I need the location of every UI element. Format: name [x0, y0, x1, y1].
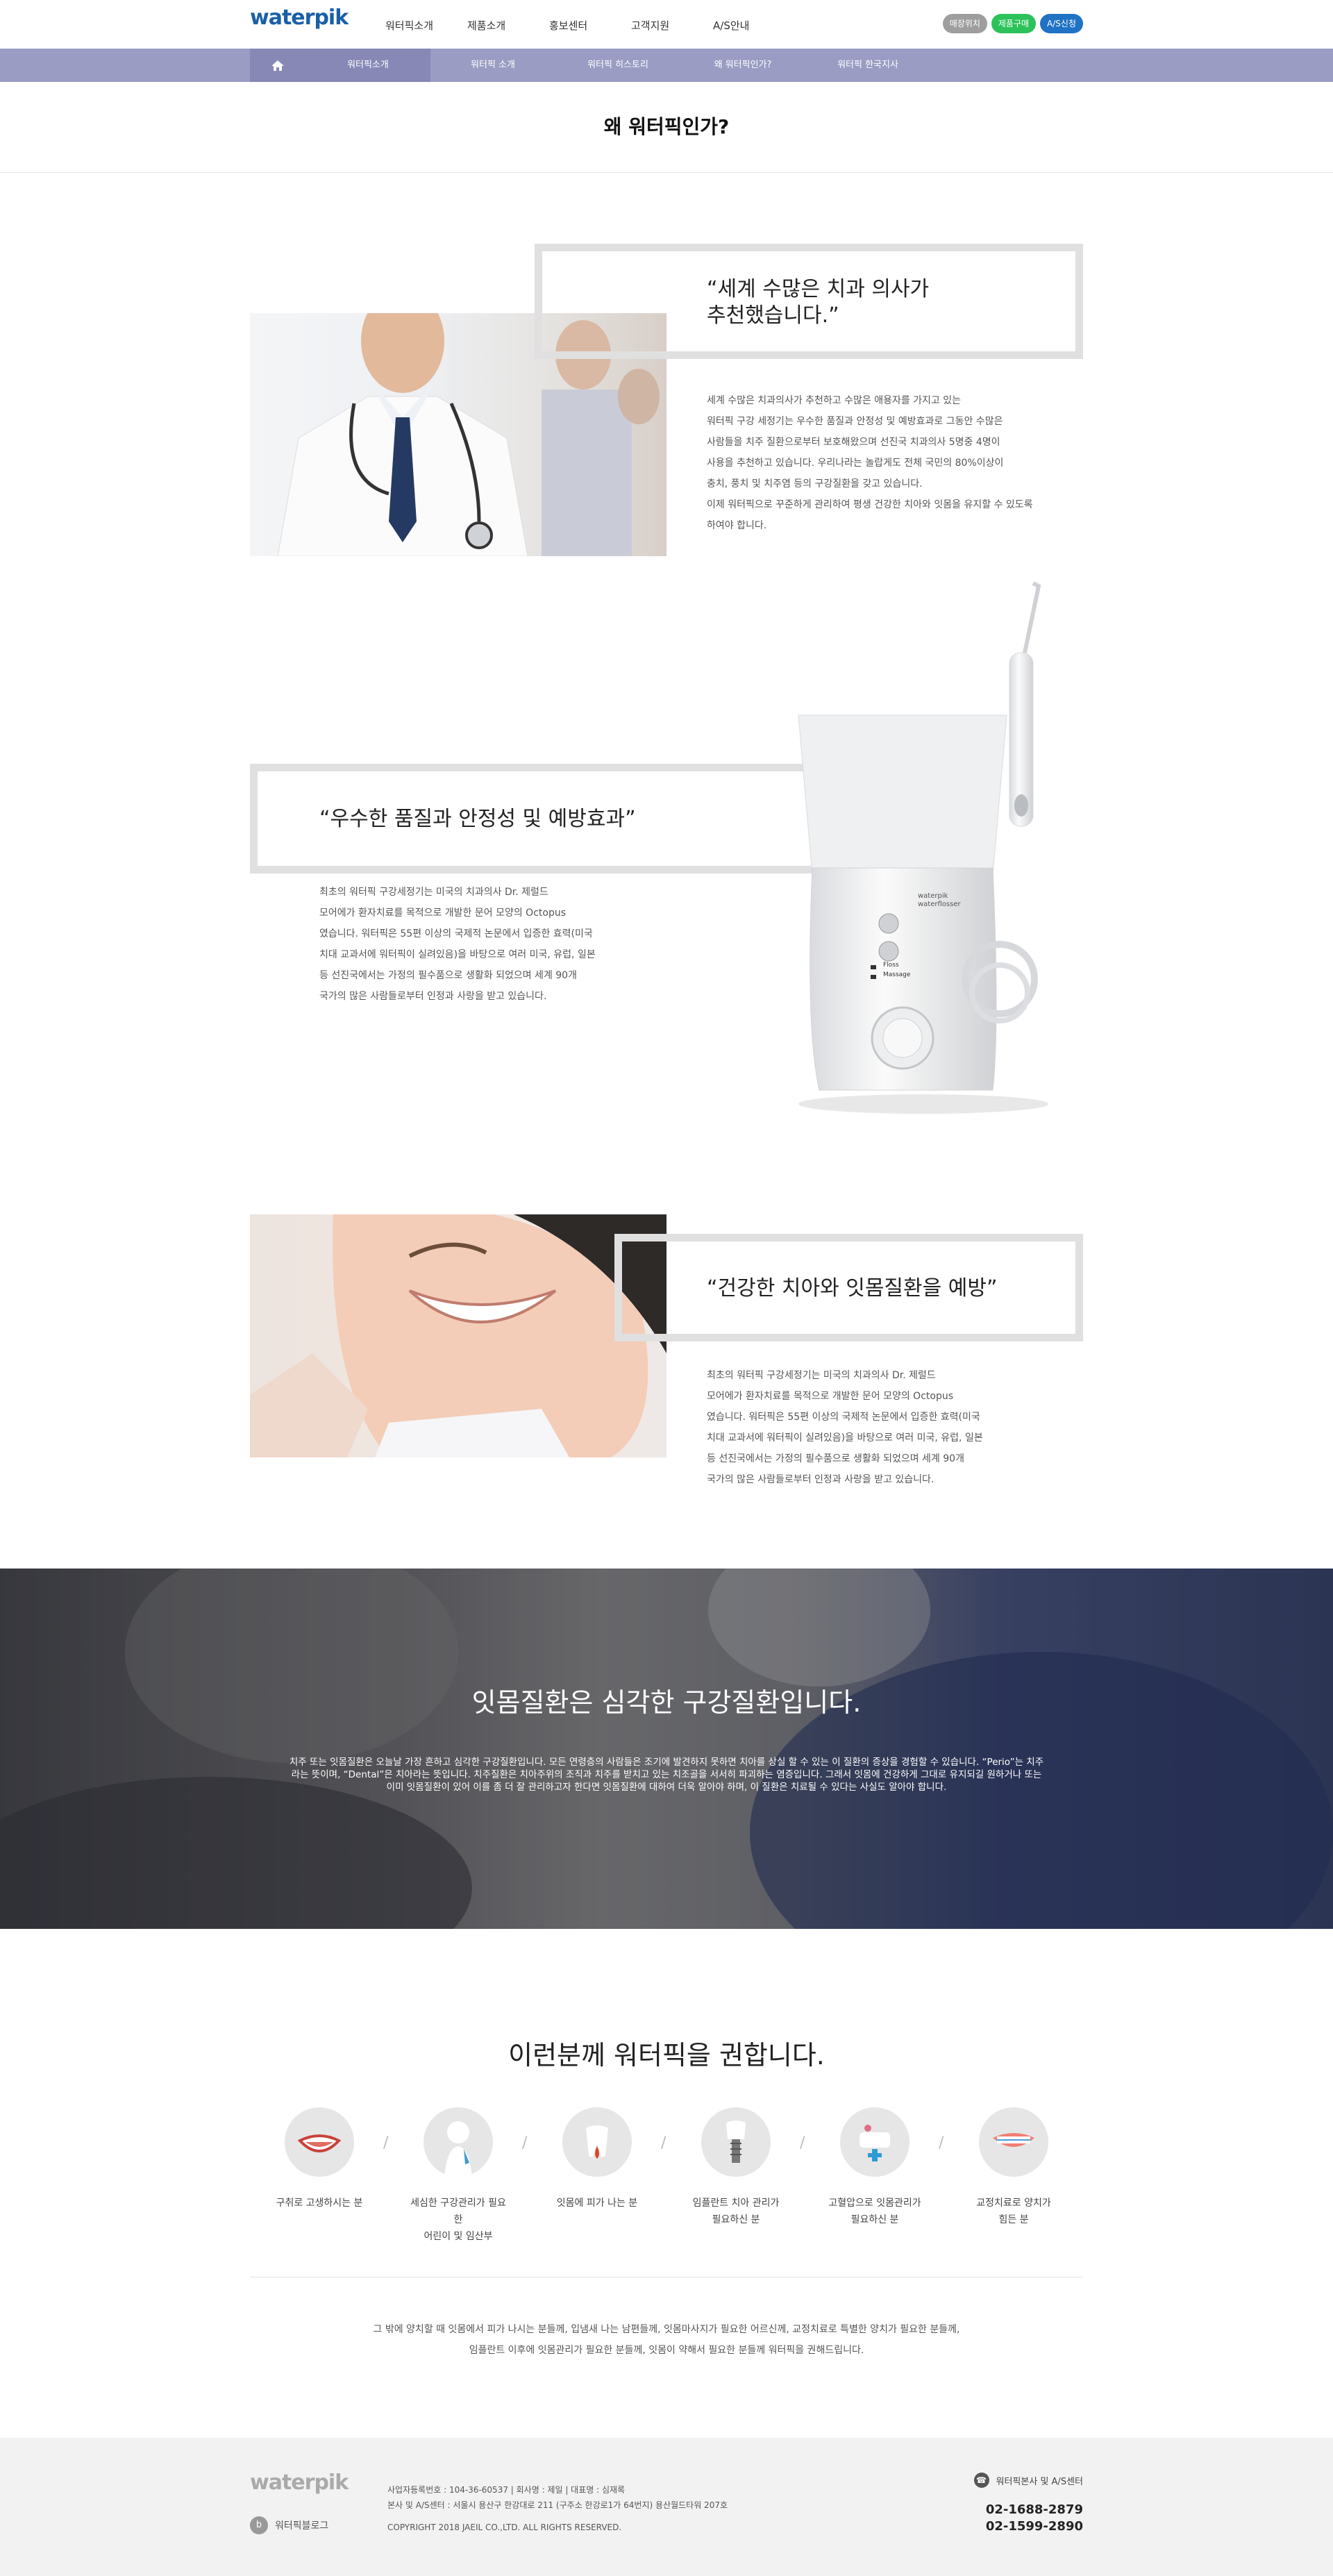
- main-nav: 워터픽소개 제품소개 홍보센터 고객지원 A/S안내: [385, 18, 795, 33]
- site-header: waterpik 워터픽소개 제품소개 홍보센터 고객지원 A/S안내 매장위치…: [0, 0, 1333, 49]
- as-request-button[interactable]: A/S신청: [1040, 14, 1083, 33]
- section2-text: 최초의 워터픽 구강세정기는 미국의 치과의사 Dr. 제럴드 모어에가 환자치…: [319, 887, 596, 1002]
- section1-text: 세계 수많은 치과의사가 추천하고 수많은 애용자를 가지고 있는 워터픽 구강…: [707, 395, 1033, 531]
- subnav-item-why[interactable]: 왜 워터픽인가?: [680, 49, 805, 82]
- cs-title: 워터픽본사 및 A/S센터: [996, 2476, 1083, 2487]
- recommend-label: 고혈압으로 잇몸관리가 필요하신 분: [828, 2198, 921, 2225]
- product-massage-label: Massage: [883, 971, 911, 978]
- recommend-label: 임플란트 치아 관리가 필요하신 분: [692, 2198, 780, 2225]
- waterpik-logo[interactable]: waterpik: [250, 6, 349, 30]
- phone-icon: ☎: [973, 2473, 989, 2488]
- divider-slash: /: [522, 2134, 528, 2152]
- subnav-item-about[interactable]: 워터픽소개: [305, 49, 430, 82]
- blog-link[interactable]: b 워터픽블로그: [250, 2516, 328, 2534]
- subnav-item-intro[interactable]: 워터픽 소개: [430, 49, 555, 82]
- waterflosser-product: waterpik waterflosser Floss Massage: [785, 576, 1062, 1118]
- child-icon: [424, 2107, 493, 2177]
- footer-logo[interactable]: waterpik: [250, 2470, 349, 2495]
- bleeding-gum-icon: [562, 2107, 632, 2177]
- top-buttons: 매장위치 제품구매 A/S신청: [942, 14, 1083, 33]
- blog-icon: b: [250, 2516, 268, 2534]
- nav-item-support[interactable]: 고객지원: [631, 18, 713, 33]
- divider-slash: /: [939, 2134, 944, 2152]
- section3-text: 최초의 워터픽 구강세정기는 미국의 치과의사 Dr. 제럴드 모어에가 환자치…: [707, 1370, 983, 1485]
- smiling-woman-photo: [250, 1214, 666, 1457]
- blog-label: 워터픽블로그: [275, 2520, 329, 2532]
- banner-background: [0, 1569, 1333, 1929]
- recommend-item: 잇몸에 피가 나는 분: [548, 2107, 646, 2211]
- home-icon: [271, 60, 284, 71]
- recommend-item: 구취로 고생하시는 분: [271, 2107, 368, 2211]
- nav-item-about[interactable]: 워터픽소개: [385, 18, 467, 33]
- recommend-item: 고혈압으로 잇몸관리가 필요하신 분: [826, 2107, 923, 2228]
- section1-quote: “세계 수많은 치과 의사가 추천했습니다.”: [707, 277, 930, 328]
- company-info-line: 본사 및 A/S센터 : 서울시 용산구 한강대로 211 (구주소 한강로1가…: [387, 2500, 728, 2510]
- waterflosser-illustration: [798, 581, 1048, 1114]
- nav-item-as[interactable]: A/S안내: [713, 18, 795, 33]
- recommend-label: 세심한 구강관리가 필요한 어린이 및 임산부: [410, 2198, 506, 2242]
- nav-item-products[interactable]: 제품소개: [467, 18, 549, 33]
- gum-disease-banner: 잇몸질환은 심각한 구강질환입니다. 치주 또는 잇몸질환은 오늘날 가장 흔하…: [0, 1569, 1333, 1929]
- site-footer: waterpik b 워터픽블로그 사업자등록번호 : 104-36-60537…: [0, 2438, 1333, 2576]
- smile-illustration: [250, 1214, 666, 1457]
- recommend-label: 잇몸에 피가 나는 분: [556, 2198, 638, 2209]
- phone-number[interactable]: 02-1599-2890: [974, 2518, 1083, 2535]
- company-info-line: 사업자등록번호 : 104-36-60537 | 회사명 : 제일 | 대표명 …: [387, 2485, 626, 2495]
- banner-text: 치주 또는 잇몸질환은 오늘날 가장 흔하고 심각한 구강질환입니다. 모든 연…: [289, 1757, 1044, 1793]
- cs-title-row: ☎ 워터픽본사 및 A/S센터: [973, 2473, 1083, 2488]
- recommend-note: 그 밖에 양치할 때 잇몸에서 피가 나시는 분들께, 입냄새 나는 남편들께,…: [373, 2324, 960, 2356]
- subnav-item-korea[interactable]: 워터픽 한국지사: [805, 49, 930, 82]
- divider-slash: /: [383, 2134, 389, 2152]
- customer-center: ☎ 워터픽본사 및 A/S센터 02-1688-2879 02-1599-289…: [973, 2473, 1083, 2535]
- nav-item-pr[interactable]: 홍보센터: [549, 18, 631, 33]
- company-info: 사업자등록번호 : 104-36-60537 | 회사명 : 제일 | 대표명 …: [387, 2482, 728, 2535]
- braces-icon: [979, 2107, 1048, 2177]
- recommend-label: 교정치료로 양치가 힘든 분: [976, 2198, 1051, 2225]
- banner-title: 잇몸질환은 심각한 구강질환입니다.: [471, 1687, 862, 1718]
- section2-quote: “우수한 품질과 안정성 및 예방효과”: [319, 807, 636, 831]
- mouth-icon: [285, 2107, 354, 2177]
- implant-icon: [701, 2107, 771, 2177]
- recommend-label: 구취로 고생하시는 분: [276, 2198, 363, 2209]
- recommend-item: 세심한 구강관리가 필요한 어린이 및 임산부: [410, 2107, 507, 2245]
- page-title: 왜 워터픽인가?: [0, 82, 1333, 173]
- section3-quote: “건강한 치아와 잇몸질환을 예방”: [707, 1276, 998, 1300]
- copyright: COPYRIGHT 2018 JAEIL CO.,LTD. ALL RIGHTS…: [387, 2523, 622, 2532]
- product-brand-label: waterpik waterflosser: [918, 892, 961, 908]
- blood-pressure-icon: [840, 2107, 909, 2177]
- divider-slash: /: [800, 2134, 805, 2152]
- recommend-title: 이런분께 워터픽을 권합니다.: [508, 2040, 825, 2071]
- sub-nav: 워터픽소개 워터픽 소개 워터픽 히스토리 왜 워터픽인가? 워터픽 한국지사: [0, 49, 1333, 82]
- recommend-item: 임플란트 치아 관리가 필요하신 분: [687, 2107, 785, 2228]
- divider-slash: /: [661, 2134, 666, 2152]
- subnav-item-history[interactable]: 워터픽 히스토리: [555, 49, 680, 82]
- store-location-button[interactable]: 매장위치: [942, 14, 987, 33]
- home-button[interactable]: [250, 49, 305, 82]
- product-floss-label: Floss: [883, 962, 899, 969]
- buy-product-button[interactable]: 제품구매: [991, 14, 1037, 33]
- recommend-item: 교정치료로 양치가 힘든 분: [965, 2107, 1062, 2228]
- phone-number[interactable]: 02-1688-2879: [974, 2502, 1083, 2518]
